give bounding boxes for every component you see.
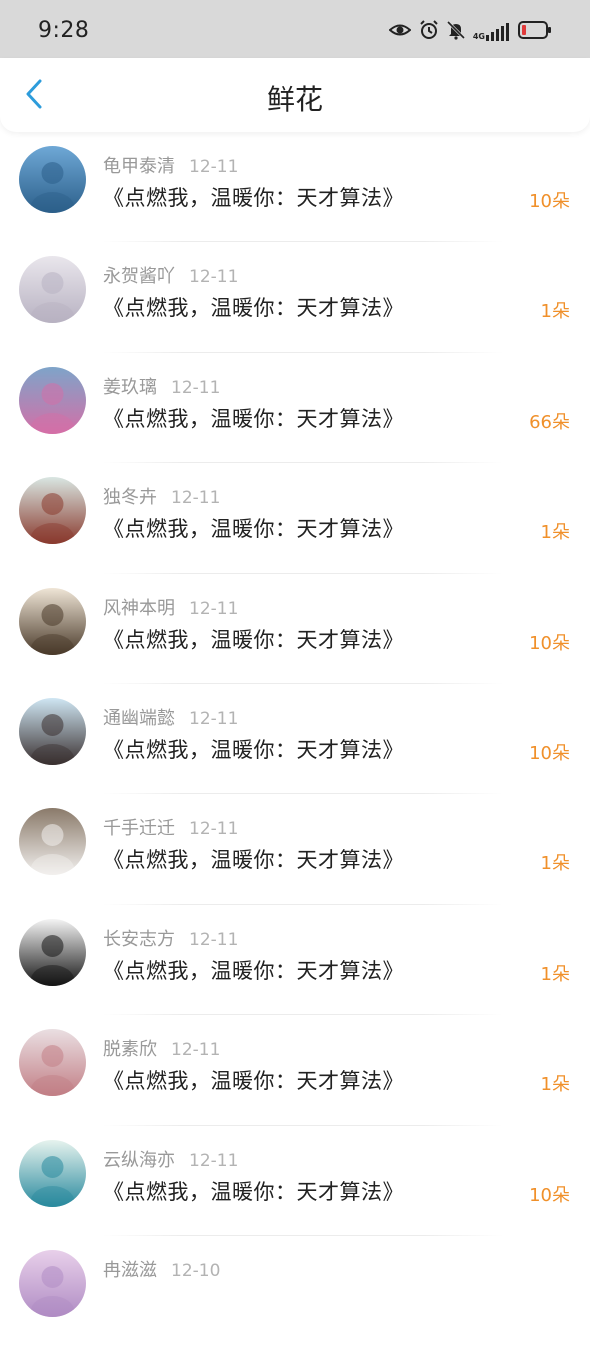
gift-message: 《点燃我，温暖你：天才算法》 [103, 1179, 404, 1204]
flower-count: 10朵 [529, 632, 570, 654]
user-name-text: 长安志方 [103, 928, 175, 950]
user-name-text: 风神本明 [103, 597, 175, 619]
gift-message: 《点燃我，温暖你：天才算法》 [103, 1069, 404, 1094]
gift-date: 12-11 [189, 819, 239, 840]
gift-date: 12-10 [171, 1260, 221, 1281]
user-name-text: 冉滋滋 [103, 1259, 157, 1281]
status-bar: 9:28 4G [0, 0, 590, 58]
gift-message: 《点燃我，温暖你：天才算法》 [103, 517, 404, 542]
gift-message: 《点燃我，温暖你：天才算法》 [103, 296, 404, 321]
list-item[interactable]: 千手迁迁 12-11 《点燃我，温暖你：天才算法》 1朵 [0, 794, 590, 905]
list-item[interactable]: 永贺酱吖 12-11 《点燃我，温暖你：天才算法》 1朵 [0, 242, 590, 353]
avatar[interactable] [19, 477, 86, 545]
user-name: 千手迁迁 12-11 [103, 814, 238, 840]
user-name: 风神本明 12-11 [103, 594, 238, 620]
gift-message: 《点燃我，温暖你：天才算法》 [103, 848, 404, 873]
flower-count: 1朵 [540, 301, 570, 323]
gift-date: 12-11 [171, 488, 221, 509]
gift-date: 12-11 [189, 929, 239, 950]
gift-date: 12-11 [171, 1040, 221, 1061]
user-name-text: 姜玖璃 [103, 376, 157, 398]
gift-message: 《点燃我，温暖你：天才算法》 [103, 186, 404, 210]
user-name: 姜玖璃 12-11 [103, 373, 220, 399]
user-name: 永贺酱吖 12-11 [103, 262, 238, 288]
battery-icon [518, 21, 552, 43]
gift-date: 12-11 [189, 708, 239, 729]
user-name-text: 永贺酱吖 [103, 266, 175, 288]
list-item[interactable]: 独冬卉 12-11 《点燃我，温暖你：天才算法》 1朵 [0, 463, 590, 574]
list-item[interactable]: 通幽端懿 12-11 《点燃我，温暖你：天才算法》 10朵 [0, 684, 590, 795]
flower-count: 66朵 [529, 411, 570, 433]
signal-icon: 4G [473, 23, 510, 41]
user-name-text: 通幽端懿 [103, 707, 175, 729]
user-name: 通幽端懿 12-11 [103, 704, 238, 730]
flower-count: 10朵 [529, 191, 570, 212]
gift-date: 12-11 [189, 1150, 239, 1171]
gift-message: 《点燃我，温暖你：天才算法》 [103, 627, 404, 652]
gift-message: 《点燃我，温暖你：天才算法》 [103, 406, 404, 431]
gift-message: 《点燃我，温暖你：天才算法》 [103, 737, 404, 762]
user-name-text: 千手迁迁 [103, 818, 175, 840]
header: 鲜花 [0, 58, 590, 132]
avatar[interactable] [19, 1029, 86, 1097]
flower-count: 1朵 [540, 522, 570, 544]
user-name: 独冬卉 12-11 [103, 483, 220, 509]
gift-date: 12-11 [171, 377, 221, 398]
eye-icon [388, 22, 412, 42]
avatar[interactable] [19, 1139, 86, 1207]
gift-date: 12-11 [189, 267, 239, 288]
user-name: 云纵海亦 12-11 [103, 1146, 238, 1172]
list-item[interactable]: 龟甲泰清 12-11 《点燃我，温暖你：天才算法》 10朵 [0, 132, 590, 243]
list-item[interactable]: 脱素欣 12-11 《点燃我，温暖你：天才算法》 1朵 [0, 1015, 590, 1126]
user-name-text: 独冬卉 [103, 487, 157, 509]
gift-date: 12-11 [189, 157, 239, 177]
status-time: 9:28 [38, 18, 90, 43]
alarm-icon [419, 20, 439, 44]
user-name-text: 龟甲泰清 [103, 156, 175, 177]
list-item[interactable]: 长安志方 12-11 《点燃我，温暖你：天才算法》 1朵 [0, 905, 590, 1016]
flower-count: 10朵 [529, 742, 570, 764]
user-name: 脱素欣 12-11 [103, 1035, 220, 1061]
avatar[interactable] [19, 587, 86, 655]
avatar[interactable] [19, 918, 86, 986]
network-label: 4G [472, 32, 485, 41]
user-name-text: 云纵海亦 [103, 1149, 175, 1171]
list-item[interactable]: 风神本明 12-11 《点燃我，温暖你：天才算法》 10朵 [0, 574, 590, 684]
gift-date: 12-11 [189, 598, 239, 619]
user-name: 龟甲泰清 12-11 [103, 152, 238, 178]
flower-count: 10朵 [529, 1184, 570, 1206]
bell-muted-icon [446, 20, 465, 44]
user-name: 长安志方 12-11 [103, 925, 238, 951]
avatar[interactable] [19, 808, 86, 876]
user-name-text: 脱素欣 [103, 1039, 157, 1061]
list-item[interactable]: 姜玖璃 12-11 《点燃我，温暖你：天才算法》 66朵 [0, 353, 590, 464]
flower-count: 1朵 [540, 1074, 570, 1096]
avatar[interactable] [19, 256, 86, 324]
page-title: 鲜花 [266, 83, 323, 116]
avatar[interactable] [19, 366, 86, 434]
avatar[interactable] [19, 146, 86, 213]
avatar[interactable] [19, 697, 86, 765]
flower-count: 1朵 [540, 853, 570, 875]
avatar[interactable] [19, 1249, 86, 1317]
gift-message: 《点燃我，温暖你：天才算法》 [103, 958, 404, 983]
list-item[interactable]: 云纵海亦 12-11 《点燃我，温暖你：天才算法》 10朵 [0, 1126, 590, 1236]
list-item[interactable]: 冉滋滋 12-10 [0, 1236, 590, 1346]
gift-list: 龟甲泰清 12-11 《点燃我，温暖你：天才算法》 10朵 永贺酱吖 12-11 《点燃我，… [0, 132, 590, 1346]
flower-count: 1朵 [540, 963, 570, 985]
status-icons: 4G [388, 20, 552, 44]
user-name: 冉滋滋 12-10 [103, 1256, 220, 1282]
